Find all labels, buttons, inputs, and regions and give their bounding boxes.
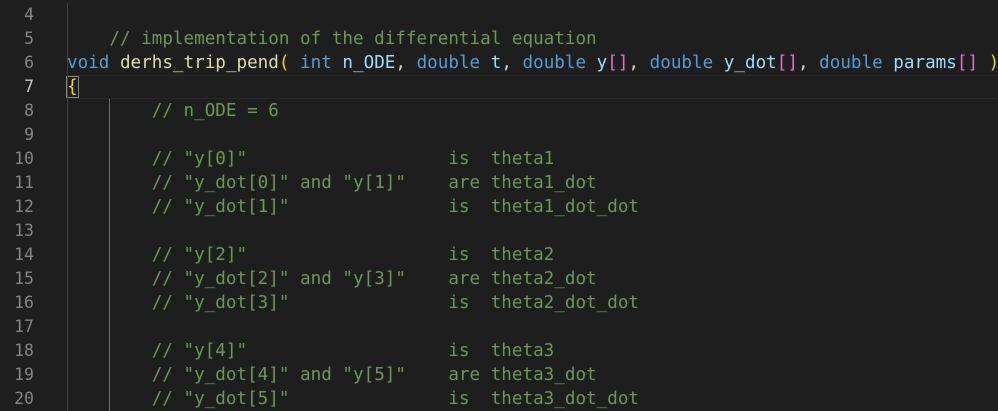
line-number-19: 19 <box>14 365 34 384</box>
code-line-14[interactable]: // "y[2]" is theta2 <box>67 243 998 267</box>
line-number-gutter[interactable]: 4 5 6 7 8 9 10 11 12 13 14 15 16 17 18 19 20 <box>0 0 62 411</box>
code-token: ) <box>978 53 998 73</box>
code-line-11[interactable]: // "y_dot[0]" and "y[1]" are theta1_dot <box>67 171 998 195</box>
line-number-9: 9 <box>24 125 34 144</box>
line-number-18: 18 <box>14 341 34 360</box>
code-line-19[interactable]: // "y_dot[4]" and "y[5]" are theta3_dot <box>67 363 998 387</box>
code-token: n_ODE <box>342 53 396 73</box>
code-token: [] <box>607 53 629 73</box>
code-token: // "y[0]" is theta1 <box>151 149 555 169</box>
code-token: // "y_dot[5]" is theta3_dot_dot <box>151 389 639 409</box>
line-number-13: 13 <box>14 221 34 240</box>
code-token: double <box>522 53 587 73</box>
code-token: t <box>490 53 502 73</box>
code-line-18[interactable]: // "y[4]" is theta3 <box>67 339 998 363</box>
code-token: double <box>416 53 481 73</box>
code-line-12[interactable]: // "y_dot[1]" is theta1_dot_dot <box>67 195 998 219</box>
code-line-4[interactable] <box>67 3 998 27</box>
line-number-20: 20 <box>14 389 34 408</box>
code-line-7[interactable]: { <box>66 75 998 99</box>
line-number-5: 5 <box>24 29 34 48</box>
code-line-10[interactable]: // "y[0]" is theta1 <box>67 147 998 171</box>
code-editor[interactable]: 4 5 6 7 8 9 10 11 12 13 14 15 16 17 18 19 20 // implemen… <box>0 0 998 411</box>
code-line-6[interactable]: void derhs_trip_pend( int n_ODE, double … <box>67 51 998 75</box>
code-token: // "y[4]" is theta3 <box>151 341 555 361</box>
code-token: , <box>628 53 650 73</box>
code-token: // "y_dot[3]" is theta2_dot_dot <box>151 293 639 313</box>
code-token: // implementation of the differential eq… <box>109 29 597 49</box>
code-token: // "y_dot[0]" and "y[1]" are theta1_dot <box>151 173 597 193</box>
code-line-17[interactable] <box>67 315 998 339</box>
code-token: y <box>596 53 608 73</box>
code-line-20[interactable]: // "y_dot[5]" is theta3_dot_dot <box>67 387 998 411</box>
code-token: [] <box>776 53 798 73</box>
code-line-13[interactable] <box>67 219 998 243</box>
code-line-5[interactable]: // implementation of the differential eq… <box>67 27 998 51</box>
code-token: { <box>66 76 79 98</box>
line-number-7: 7 <box>24 77 34 96</box>
code-token: double <box>649 53 714 73</box>
code-token: double <box>819 53 883 73</box>
code-token: // "y[2]" is theta2 <box>151 245 555 265</box>
code-token: , <box>501 53 523 73</box>
indent-guide <box>67 3 68 411</box>
code-line-8[interactable]: // n_ODE = 6 <box>67 99 998 123</box>
code-token: params <box>893 53 957 73</box>
code-line-16[interactable]: // "y_dot[3]" is theta2_dot_dot <box>67 291 998 315</box>
code-token: y_dot <box>723 53 777 73</box>
code-token: void <box>67 53 110 73</box>
code-token: ( <box>278 53 301 73</box>
code-token: derhs_trip_pend <box>119 53 279 73</box>
code-text-area[interactable]: // implementation of the differential eq… <box>66 0 998 411</box>
code-token: // n_ODE = 6 <box>151 101 279 121</box>
code-token: , <box>797 53 820 73</box>
line-number-14: 14 <box>14 245 34 264</box>
code-line-15[interactable]: // "y_dot[2]" and "y[3]" are theta2_dot <box>67 267 998 291</box>
line-number-11: 11 <box>14 173 34 192</box>
line-number-15: 15 <box>14 269 34 288</box>
line-number-6: 6 <box>24 53 34 72</box>
line-number-4: 4 <box>24 5 34 24</box>
indent-guide <box>109 99 111 411</box>
line-number-8: 8 <box>24 101 34 120</box>
line-number-16: 16 <box>14 293 34 312</box>
code-token: , <box>395 53 417 73</box>
code-token: int <box>300 53 332 73</box>
code-line-9[interactable] <box>67 123 998 147</box>
code-token: // "y_dot[1]" is theta1_dot_dot <box>151 197 639 217</box>
line-number-12: 12 <box>14 197 34 216</box>
code-token: // "y_dot[2]" and "y[3]" are theta2_dot <box>151 269 597 289</box>
code-token: [] <box>956 53 979 73</box>
line-number-10: 10 <box>14 149 34 168</box>
code-token: // "y_dot[4]" and "y[5]" are theta3_dot <box>151 365 597 385</box>
line-number-17: 17 <box>14 317 34 336</box>
